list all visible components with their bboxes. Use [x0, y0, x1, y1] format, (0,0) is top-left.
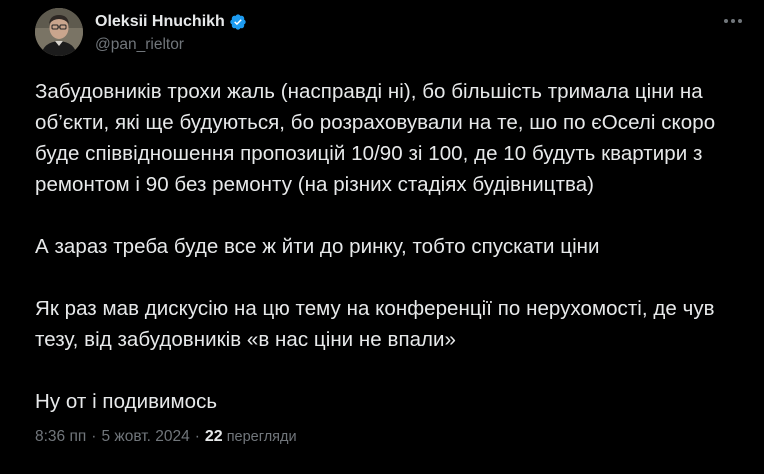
tweet-paragraph: Як раз мав дискусію на цю тему на конфер…: [35, 297, 715, 351]
tweet-text: Забудовників трохи жаль (насправді ні), …: [35, 76, 747, 417]
author-handle[interactable]: @pan_rieltor: [95, 36, 247, 54]
tweet: Oleksii Hnuchikh @pan_rieltor Забудовник…: [0, 0, 764, 474]
author-display-name[interactable]: Oleksii Hnuchikh: [95, 13, 225, 31]
author-info: Oleksii Hnuchikh @pan_rieltor: [95, 11, 247, 54]
more-dot: [724, 19, 728, 23]
tweet-paragraph: Забудовників трохи жаль (насправді ні), …: [35, 80, 716, 196]
tweet-meta: 8:36 пп · 5 жовт. 2024 · 22 перегляди: [35, 428, 297, 446]
tweet-header: Oleksii Hnuchikh @pan_rieltor: [35, 8, 744, 60]
views-count[interactable]: 22: [205, 428, 223, 446]
meta-separator: ·: [91, 428, 97, 445]
tweet-time[interactable]: 8:36 пп: [35, 428, 86, 446]
more-dot: [738, 19, 742, 23]
tweet-date[interactable]: 5 жовт. 2024: [101, 428, 189, 446]
tweet-paragraph: А зараз треба буде все ж йти до ринку, т…: [35, 235, 600, 258]
views-label: перегляди: [226, 429, 297, 445]
meta-separator: ·: [194, 428, 200, 445]
more-dots-icon[interactable]: [718, 10, 748, 32]
verified-badge-icon: [229, 13, 247, 31]
more-dot: [731, 19, 735, 23]
avatar[interactable]: [35, 8, 83, 56]
name-row: Oleksii Hnuchikh: [95, 11, 247, 33]
tweet-paragraph: Ну от і подивимось: [35, 390, 218, 413]
